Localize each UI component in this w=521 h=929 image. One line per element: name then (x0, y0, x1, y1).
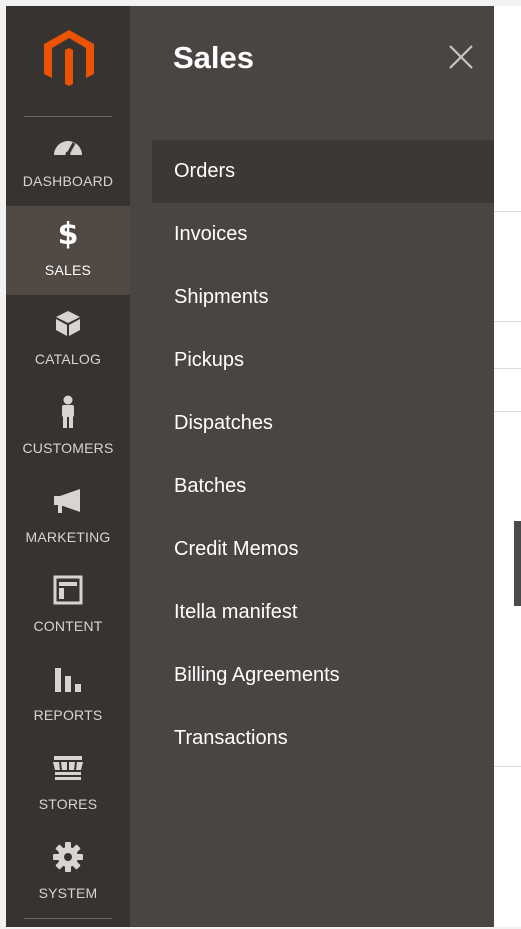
background-divider (494, 411, 521, 412)
close-button[interactable] (446, 42, 476, 72)
box-icon (6, 307, 130, 339)
submenu-item-transactions[interactable]: Transactions (152, 707, 494, 770)
submenu-item-billing-agreements[interactable]: Billing Agreements (152, 644, 494, 707)
sidebar-item-customers[interactable]: CUSTOMERS (6, 384, 130, 473)
sales-submenu-panel: Sales Orders Invoices Shipments Pickups … (130, 6, 494, 927)
submenu-title: Sales (173, 40, 255, 75)
layout-icon (6, 574, 130, 606)
sidebar-item-reports[interactable]: REPORTS (6, 651, 130, 740)
submenu-item-label: Orders (174, 160, 236, 182)
sidebar-item-label: REPORTS (33, 707, 103, 723)
submenu-item-label: Dispatches (174, 412, 273, 434)
background-divider (494, 368, 521, 369)
background-divider (494, 321, 521, 322)
sidebar-item-label: CUSTOMERS (22, 440, 114, 456)
submenu-item-label: Pickups (174, 349, 245, 371)
sidebar-item-label: SYSTEM (38, 885, 98, 901)
sidebar-item-content[interactable]: CONTENT (6, 562, 130, 651)
person-icon (6, 395, 130, 428)
sidebar-item-stores[interactable]: STORES (6, 740, 130, 829)
background-block (514, 521, 521, 606)
submenu-item-label: Invoices (174, 223, 248, 245)
sidebar-item-sales[interactable]: $ SALES (6, 206, 130, 295)
dollar-icon: $ (57, 216, 79, 252)
sidebar-item-system[interactable]: SYSTEM (6, 829, 130, 918)
submenu-item-dispatches[interactable]: Dispatches (152, 392, 494, 455)
sidebar-item-catalog[interactable]: CATALOG (6, 295, 130, 384)
sidebar-item-marketing[interactable]: MARKETING (6, 473, 130, 562)
submenu-item-label: Credit Memos (174, 538, 299, 560)
gear-icon (6, 841, 130, 873)
admin-sidebar: DASHBOARD $ SALES CATALOG CUSTOMERS MARK… (6, 6, 130, 927)
submenu-item-label: Billing Agreements (174, 664, 340, 686)
sidebar-item-label: SALES (44, 262, 92, 278)
submenu-item-label: Itella manifest (174, 601, 298, 623)
submenu-item-label: Transactions (174, 727, 288, 749)
sidebar-item-dashboard[interactable]: DASHBOARD (6, 117, 130, 206)
submenu-item-orders[interactable]: Orders (152, 140, 494, 203)
sidebar-divider (24, 918, 112, 919)
submenu-item-invoices[interactable]: Invoices (152, 203, 494, 266)
submenu-item-label: Batches (174, 475, 247, 497)
background-divider (494, 211, 521, 212)
sidebar-item-label: STORES (38, 796, 98, 812)
background-page (494, 6, 521, 927)
submenu-item-credit-memos[interactable]: Credit Memos (152, 518, 494, 581)
sidebar-item-label: CATALOG (34, 351, 102, 367)
speedometer-icon (6, 129, 130, 161)
bar-chart-icon (6, 663, 130, 695)
sidebar-item-label: CONTENT (33, 618, 103, 634)
sidebar-item-label: DASHBOARD (22, 173, 114, 189)
submenu-item-pickups[interactable]: Pickups (152, 329, 494, 392)
submenu-item-batches[interactable]: Batches (152, 455, 494, 518)
sidebar-item-label: MARKETING (25, 529, 111, 545)
submenu-item-itella-manifest[interactable]: Itella manifest (152, 581, 494, 644)
megaphone-icon (6, 485, 130, 517)
submenu-item-shipments[interactable]: Shipments (152, 266, 494, 329)
submenu-item-label: Shipments (174, 286, 269, 308)
close-icon (449, 45, 473, 69)
magento-logo-icon[interactable] (42, 28, 96, 88)
background-divider (494, 766, 521, 767)
storefront-icon (6, 752, 130, 784)
